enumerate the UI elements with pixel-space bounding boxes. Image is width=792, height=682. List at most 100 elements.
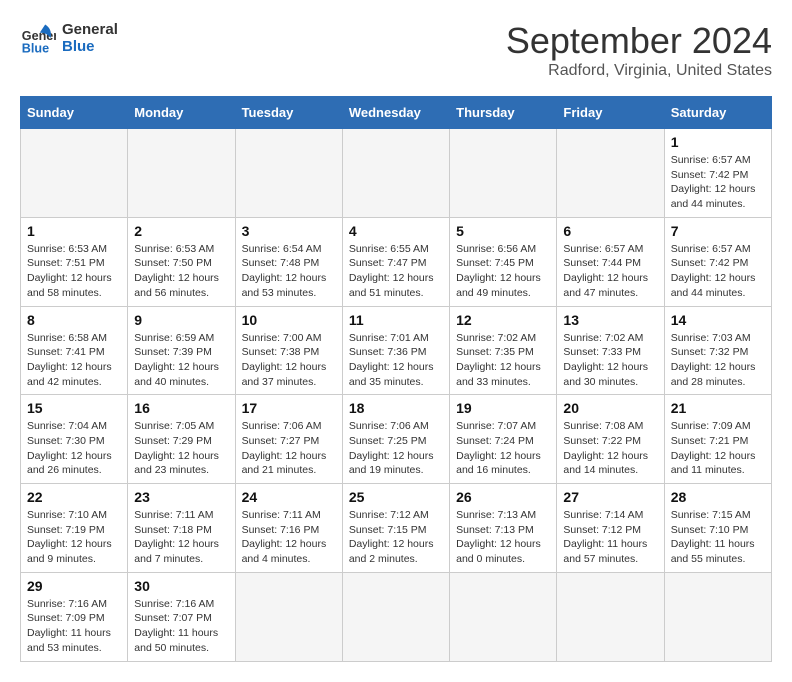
day-number: 21 — [671, 400, 765, 416]
header-wednesday: Wednesday — [342, 97, 449, 129]
table-row: 19 Sunrise: 7:07 AMSunset: 7:24 PMDayligh… — [450, 395, 557, 484]
table-row: 15 Sunrise: 7:04 AMSunset: 7:30 PMDayligh… — [21, 395, 128, 484]
day-info: Sunrise: 7:07 AMSunset: 7:24 PMDaylight:… — [456, 419, 550, 478]
day-info: Sunrise: 6:58 AMSunset: 7:41 PMDaylight:… — [27, 331, 121, 390]
table-row: 11 Sunrise: 7:01 AMSunset: 7:36 PMDayligh… — [342, 306, 449, 395]
day-number: 22 — [27, 489, 121, 505]
table-row: 8 Sunrise: 6:58 AMSunset: 7:41 PMDaylight… — [21, 306, 128, 395]
table-row: 3 Sunrise: 6:54 AMSunset: 7:48 PMDaylight… — [235, 217, 342, 306]
table-row: 20Sunrise: 7:08 AMSunset: 7:22 PMDayligh… — [557, 395, 664, 484]
day-info: Sunrise: 6:56 AMSunset: 7:45 PMDaylight:… — [456, 242, 550, 301]
table-row — [235, 129, 342, 218]
day-info: Sunrise: 6:54 AMSunset: 7:48 PMDaylight:… — [242, 242, 336, 301]
day-number: 19 — [456, 400, 550, 416]
table-row — [21, 129, 128, 218]
day-number: 23 — [134, 489, 228, 505]
day-info: Sunrise: 6:57 AMSunset: 7:42 PMDaylight:… — [671, 242, 765, 301]
calendar-week-row: 8 Sunrise: 6:58 AMSunset: 7:41 PMDaylight… — [21, 306, 772, 395]
day-number: 4 — [349, 223, 443, 239]
day-number: 14 — [671, 312, 765, 328]
table-row: 14 Sunrise: 7:03 AMSunset: 7:32 PMDayligh… — [664, 306, 771, 395]
logo-icon: General Blue — [20, 20, 56, 56]
table-row: 29 Sunrise: 7:16 AMSunset: 7:09 PMDayligh… — [21, 572, 128, 661]
table-row: 25Sunrise: 7:12 AMSunset: 7:15 PMDayligh… — [342, 484, 449, 573]
table-row: 10 Sunrise: 7:00 AMSunset: 7:38 PMDayligh… — [235, 306, 342, 395]
day-info: Sunrise: 7:03 AMSunset: 7:32 PMDaylight:… — [671, 331, 765, 390]
day-number: 29 — [27, 578, 121, 594]
day-info: Sunrise: 7:10 AMSunset: 7:19 PMDaylight:… — [27, 508, 121, 567]
calendar-header-row: Sunday Monday Tuesday Wednesday Thursday… — [21, 97, 772, 129]
month-title: September 2024 — [506, 20, 772, 62]
table-row — [557, 572, 664, 661]
day-number: 9 — [134, 312, 228, 328]
day-info: Sunrise: 7:04 AMSunset: 7:30 PMDaylight:… — [27, 419, 121, 478]
header-sunday: Sunday — [21, 97, 128, 129]
table-row: 22 Sunrise: 7:10 AMSunset: 7:19 PMDayligh… — [21, 484, 128, 573]
day-info: Sunrise: 7:14 AMSunset: 7:12 PMDaylight:… — [563, 508, 657, 567]
table-row: 7Sunrise: 6:57 AMSunset: 7:42 PMDaylight… — [664, 217, 771, 306]
day-number: 1 — [27, 223, 121, 239]
table-row: 2Sunrise: 6:53 AMSunset: 7:50 PMDaylight… — [128, 217, 235, 306]
day-number: 8 — [27, 312, 121, 328]
day-number: 13 — [563, 312, 657, 328]
day-number: 20 — [563, 400, 657, 416]
day-info: Sunrise: 7:16 AMSunset: 7:07 PMDaylight:… — [134, 597, 228, 656]
day-number: 1 — [671, 134, 765, 150]
day-info: Sunrise: 7:05 AMSunset: 7:29 PMDaylight:… — [134, 419, 228, 478]
table-row: 12 Sunrise: 7:02 AMSunset: 7:35 PMDayligh… — [450, 306, 557, 395]
table-row — [450, 572, 557, 661]
header-saturday: Saturday — [664, 97, 771, 129]
day-info: Sunrise: 6:53 AMSunset: 7:51 PMDaylight:… — [27, 242, 121, 301]
table-row — [128, 129, 235, 218]
day-number: 12 — [456, 312, 550, 328]
table-row: 5 Sunrise: 6:56 AMSunset: 7:45 PMDaylight… — [450, 217, 557, 306]
day-info: Sunrise: 7:13 AMSunset: 7:13 PMDaylight:… — [456, 508, 550, 567]
day-info: Sunrise: 7:01 AMSunset: 7:36 PMDaylight:… — [349, 331, 443, 390]
calendar-week-row: 1 Sunrise: 6:53 AMSunset: 7:51 PMDaylight… — [21, 217, 772, 306]
table-row: 30 Sunrise: 7:16 AMSunset: 7:07 PMDayligh… — [128, 572, 235, 661]
day-info: Sunrise: 7:02 AMSunset: 7:35 PMDaylight:… — [456, 331, 550, 390]
table-row — [342, 129, 449, 218]
day-info: Sunrise: 6:55 AMSunset: 7:47 PMDaylight:… — [349, 242, 443, 301]
title-section: September 2024 Radford, Virginia, United… — [506, 20, 772, 80]
header: General Blue General Blue September 2024… — [20, 20, 772, 80]
day-info: Sunrise: 6:53 AMSunset: 7:50 PMDaylight:… — [134, 242, 228, 301]
table-row: 21 Sunrise: 7:09 AMSunset: 7:21 PMDayligh… — [664, 395, 771, 484]
table-row: 23Sunrise: 7:11 AMSunset: 7:18 PMDayligh… — [128, 484, 235, 573]
day-number: 17 — [242, 400, 336, 416]
table-row: 13Sunrise: 7:02 AMSunset: 7:33 PMDayligh… — [557, 306, 664, 395]
day-number: 3 — [242, 223, 336, 239]
day-number: 30 — [134, 578, 228, 594]
table-row — [450, 129, 557, 218]
header-monday: Monday — [128, 97, 235, 129]
day-info: Sunrise: 7:06 AMSunset: 7:25 PMDaylight:… — [349, 419, 443, 478]
calendar-week-row: 22 Sunrise: 7:10 AMSunset: 7:19 PMDayligh… — [21, 484, 772, 573]
day-number: 27 — [563, 489, 657, 505]
table-row: 9Sunrise: 6:59 AMSunset: 7:39 PMDaylight… — [128, 306, 235, 395]
table-row: 27 Sunrise: 7:14 AMSunset: 7:12 PMDayligh… — [557, 484, 664, 573]
day-number: 24 — [242, 489, 336, 505]
day-info: Sunrise: 7:09 AMSunset: 7:21 PMDaylight:… — [671, 419, 765, 478]
table-row: 28Sunrise: 7:15 AMSunset: 7:10 PMDayligh… — [664, 484, 771, 573]
logo-general: General — [62, 21, 118, 38]
table-row — [557, 129, 664, 218]
header-thursday: Thursday — [450, 97, 557, 129]
day-number: 18 — [349, 400, 443, 416]
day-number: 10 — [242, 312, 336, 328]
day-number: 25 — [349, 489, 443, 505]
day-info: Sunrise: 7:00 AMSunset: 7:38 PMDaylight:… — [242, 331, 336, 390]
day-info: Sunrise: 6:57 AMSunset: 7:42 PMDaylight:… — [671, 153, 765, 212]
day-number: 15 — [27, 400, 121, 416]
table-row: 4 Sunrise: 6:55 AMSunset: 7:47 PMDaylight… — [342, 217, 449, 306]
table-row: 1 Sunrise: 6:57 AMSunset: 7:42 PMDaylight… — [664, 129, 771, 218]
calendar-table: Sunday Monday Tuesday Wednesday Thursday… — [20, 96, 772, 662]
table-row: 24Sunrise: 7:11 AMSunset: 7:16 PMDayligh… — [235, 484, 342, 573]
table-row: 26 Sunrise: 7:13 AMSunset: 7:13 PMDayligh… — [450, 484, 557, 573]
day-info: Sunrise: 7:16 AMSunset: 7:09 PMDaylight:… — [27, 597, 121, 656]
logo: General Blue General Blue — [20, 20, 118, 56]
day-number: 5 — [456, 223, 550, 239]
day-number: 11 — [349, 312, 443, 328]
day-number: 28 — [671, 489, 765, 505]
header-tuesday: Tuesday — [235, 97, 342, 129]
day-number: 26 — [456, 489, 550, 505]
